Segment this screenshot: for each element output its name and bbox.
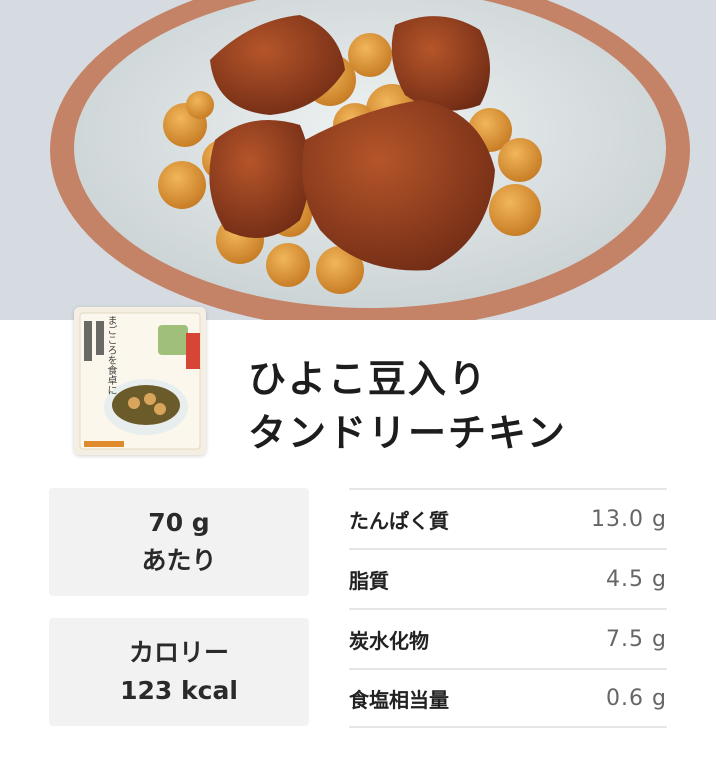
nutrition-row-carbs: 炭水化物 7.5 g — [349, 608, 667, 668]
nutrition-value: 4.5 g — [606, 566, 667, 592]
nutrition-row-salt: 食塩相当量 0.6 g — [349, 668, 667, 728]
product-package-image: まごころを食卓に — [74, 307, 206, 455]
nutrition-label: 脂質 — [349, 568, 389, 593]
package-illustration — [74, 307, 206, 455]
bowl-illustration — [0, 0, 716, 320]
serving-size-box: 70 g あたり — [49, 488, 309, 596]
nutrition-table: たんぱく質 13.0 g 脂質 4.5 g 炭水化物 7.5 g 食塩相当量 0… — [349, 488, 667, 728]
nutrition-value: 13.0 g — [591, 506, 667, 532]
calories-box: カロリー 123 kcal — [49, 618, 309, 726]
nutrition-value: 7.5 g — [606, 626, 667, 652]
product-title-line1: ひよこ豆入り — [248, 357, 489, 401]
product-title: ひよこ豆入り タンドリーチキン — [248, 352, 567, 460]
calories-value: 123 kcal — [120, 676, 238, 705]
serving-unit-label: あたり — [141, 546, 217, 575]
product-title-line2: タンドリーチキン — [248, 411, 567, 455]
nutrition-label: 食塩相当量 — [349, 687, 449, 712]
nutrition-row-fat: 脂質 4.5 g — [349, 548, 667, 608]
food-photo — [0, 0, 716, 320]
nutrition-label: 炭水化物 — [349, 628, 429, 653]
nutrition-row-protein: たんぱく質 13.0 g — [349, 488, 667, 548]
package-text: まごころを食卓に — [105, 315, 116, 395]
calories-label: カロリー — [128, 638, 229, 667]
nutrition-label: たんぱく質 — [349, 508, 449, 533]
serving-amount: 70 g — [148, 508, 210, 537]
nutrition-value: 0.6 g — [606, 685, 667, 711]
